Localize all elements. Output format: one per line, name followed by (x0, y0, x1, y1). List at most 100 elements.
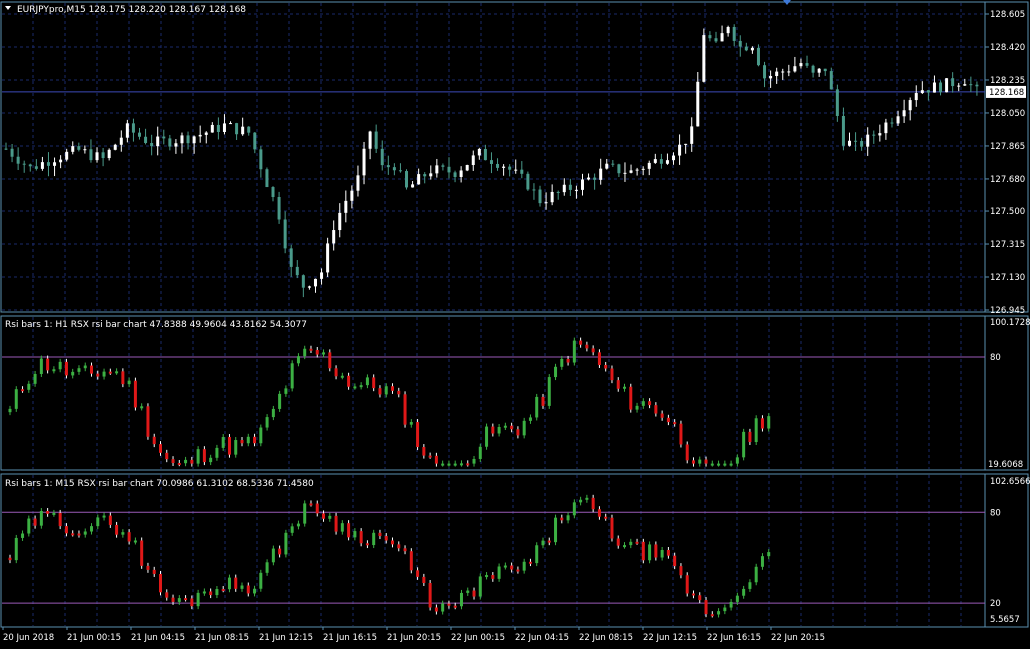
rsi-bar-down (309, 348, 313, 351)
rsi-bar-up (503, 425, 507, 428)
rsi-bar-down (115, 524, 119, 535)
rsi-bar-down (315, 503, 319, 514)
candle-bear (301, 275, 305, 288)
price-tick-label: 128.605 (990, 10, 1025, 20)
candle-bull (599, 168, 603, 180)
candle-bear (271, 187, 275, 198)
rsi-bar-up (58, 361, 62, 370)
rsi-bar-up (698, 459, 702, 464)
rsi-m15-level-low-label: 20 (990, 599, 1001, 609)
rsi-bar-down (591, 497, 595, 510)
rsi-bar-down (165, 452, 169, 460)
rsi-bar-down (579, 340, 583, 345)
rsi-bar-up (441, 603, 445, 612)
candle-bull (799, 63, 803, 67)
candle-bear (969, 84, 973, 86)
candle-bull (884, 122, 888, 134)
rsi-bar-up (83, 531, 87, 535)
rsi-bar-up (133, 540, 137, 543)
candle-bull (40, 162, 44, 169)
rsi-bar-up (478, 576, 482, 597)
time-tick-label: 21 Jun 08:15 (195, 633, 249, 643)
rsi-bar-down (133, 380, 137, 408)
rsi-bar-up (623, 386, 627, 389)
candle-bear (22, 163, 26, 165)
rsi-bar-down (234, 577, 238, 589)
rsi-bar-down (391, 386, 394, 391)
rsi-bar-down (184, 598, 188, 601)
candle-bear (854, 140, 858, 142)
rsi-bar-up (754, 418, 758, 443)
rsi-bar-down (240, 440, 244, 444)
candle-bear (16, 156, 20, 164)
candle-bull (775, 71, 779, 77)
candle-bear (447, 166, 451, 173)
candle-bull (769, 76, 773, 79)
rsi-bar-up (729, 463, 733, 466)
candle-bear (926, 90, 930, 93)
candle-bull (477, 148, 481, 156)
rsi-bar-down (434, 607, 438, 612)
rsi-bar-up (21, 533, 25, 538)
candle-bull (210, 124, 214, 133)
candle-bear (46, 162, 50, 166)
rsi-bar-up (202, 591, 206, 594)
candle-bear (34, 166, 38, 169)
rsi-bar-down (322, 513, 326, 519)
rsi-bar-down (403, 394, 407, 425)
rsi-bar-up (196, 449, 200, 464)
candle-bull (690, 126, 694, 144)
rsi-bar-down (641, 541, 645, 561)
rsi-bar-down (121, 371, 125, 385)
rsi-bar-up (234, 440, 238, 455)
candle-bull (635, 169, 639, 171)
rsi-bar-down (146, 406, 150, 437)
rsi-bar-down (604, 516, 608, 519)
candle-bear (453, 172, 457, 177)
price-tick-label: 127.315 (990, 240, 1025, 250)
rsi-bar-down (566, 358, 570, 363)
rsi-bar-down (384, 536, 388, 541)
rsi-bar-down (510, 565, 514, 570)
rsi-bar-up (572, 340, 576, 363)
candle-bear (235, 123, 239, 135)
rsi-bar-up (240, 585, 244, 589)
rsi-bar-down (46, 358, 50, 371)
candle-bull (53, 162, 57, 166)
rsi-bar-down (666, 550, 670, 556)
rsi-bar-down (428, 582, 432, 608)
rsi-bar-up (717, 611, 721, 615)
candle-bear (441, 165, 445, 167)
candle-bear (101, 152, 105, 159)
rsi-bar-up (767, 416, 771, 429)
rsi-bar-up (409, 422, 413, 425)
rsi-bar-up (96, 517, 100, 527)
time-tick-label: 21 Jun 12:15 (259, 633, 313, 643)
rsi-bar-down (190, 598, 194, 607)
rsi-bar-up (121, 532, 125, 535)
candle-bull (192, 136, 196, 144)
rsi-bar-up (441, 463, 445, 466)
candle-bull (587, 177, 591, 180)
candle-bear (423, 174, 427, 177)
candle-bull (326, 243, 330, 273)
candle-bear (890, 122, 894, 124)
rsi-bar-up (127, 380, 131, 385)
rsi-bar-down (246, 585, 250, 594)
rsi-bar-down (416, 422, 420, 448)
rsi-bar-down (46, 511, 50, 514)
mt4-chart-window[interactable]: 128.605 128.420 128.235 128.050 127.865 127.6… (0, 0, 1030, 649)
candle-bull (411, 184, 415, 188)
rsi-bar-down (190, 459, 194, 464)
price-tick-label: 128.050 (990, 109, 1025, 119)
candle-bull (665, 160, 669, 164)
rsi-bar-up (535, 396, 539, 418)
rsi-bar-down (597, 352, 601, 365)
rsi-bar-up (466, 590, 470, 593)
rsi-bar-up (541, 540, 545, 546)
candle-bear (253, 132, 257, 150)
rsi-bar-up (90, 526, 94, 532)
rsi-bar-up (554, 517, 558, 543)
rsi-bar-down (704, 600, 708, 615)
rsi-bar-up (748, 582, 752, 589)
